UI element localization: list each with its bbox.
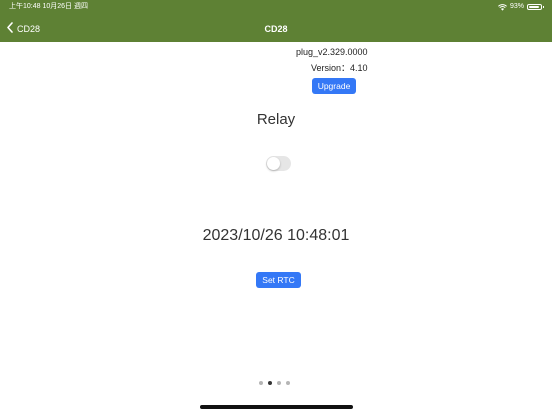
battery-percentage: 93% [509,3,524,10]
relay-toggle[interactable] [266,156,291,171]
version-label: Version：4.10 [311,63,368,73]
navigation-bar: 上午10:48 10月26日 週四 93% CD28 CD28 [0,0,552,42]
back-button[interactable]: CD28 [7,22,40,36]
relay-label: Relay [256,111,296,128]
upgrade-button[interactable]: Upgrade [312,78,356,94]
battery-icon [527,4,544,10]
status-time-date: 上午10:48 10月26日 週四 [9,3,88,10]
toggle-knob [267,157,280,170]
back-button-label: CD28 [17,24,41,34]
wifi-icon [498,3,507,11]
battery-level-fill [529,6,539,8]
firmware-label: plug_v2.329.0000 [296,47,368,57]
home-indicator [200,405,353,409]
status-indicators: 93% [498,2,544,12]
page-dot[interactable] [277,381,281,385]
set-rtc-button[interactable]: Set RTC [256,272,301,288]
rtc-datetime: 2023/10/26 10:48:01 [202,227,350,244]
chevron-left-icon [7,20,13,38]
page-dot[interactable] [268,381,272,385]
page-title: CD28 [264,24,288,34]
page-dot[interactable] [259,381,263,385]
page-indicator [259,381,290,385]
page-dot[interactable] [286,381,290,385]
app-screen: 上午10:48 10月26日 週四 93% CD28 CD28 plug_v2.… [0,0,552,414]
